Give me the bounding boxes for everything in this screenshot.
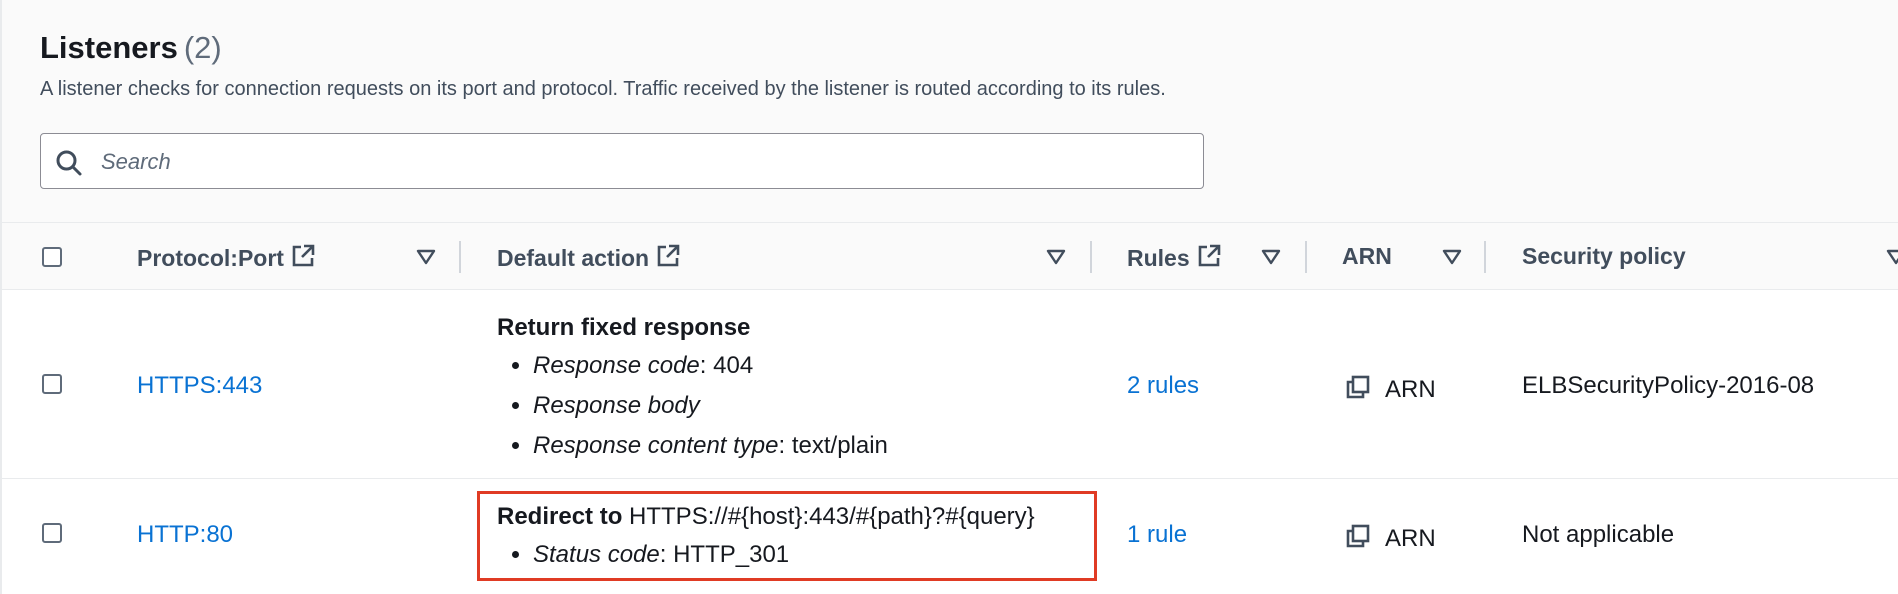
arn-label: ARN — [1385, 525, 1436, 552]
arn-copy-button[interactable]: ARN — [1345, 523, 1436, 553]
list-item: Response content type: text/plain — [533, 426, 888, 466]
section-title-text: Listeners — [40, 30, 178, 65]
sort-down-icon[interactable] — [416, 249, 436, 265]
detail-value: : 404 — [699, 352, 754, 379]
protocol-port-link[interactable]: HTTPS:443 — [137, 372, 262, 400]
highlight-box — [477, 491, 1097, 581]
external-link-icon[interactable] — [655, 243, 681, 269]
col-security-policy[interactable]: Security policy — [1522, 243, 1686, 270]
detail-value: : text/plain — [778, 432, 888, 459]
listener-count: (2) — [183, 30, 222, 65]
action-details: Response code: 404 Response body Respons… — [497, 346, 888, 466]
column-divider[interactable] — [1484, 241, 1486, 273]
list-item: Response code: 404 — [533, 346, 888, 386]
copy-icon — [1346, 375, 1370, 399]
search-input[interactable] — [99, 144, 1183, 180]
column-divider[interactable] — [1305, 241, 1307, 273]
row-checkbox[interactable] — [42, 523, 62, 543]
security-policy-value: ELBSecurityPolicy-2016-08 — [1522, 372, 1815, 399]
list-item: Response body — [533, 386, 888, 426]
copy-icon — [1346, 524, 1370, 548]
select-all-checkbox[interactable] — [42, 247, 62, 267]
detail-key: Response content type — [533, 432, 779, 459]
listeners-header: Listeners (2) A listener checks for conne… — [2, 0, 1898, 222]
col-default-action[interactable]: Default action — [497, 243, 681, 272]
row-checkbox[interactable] — [42, 374, 62, 394]
action-type: Return fixed response — [497, 314, 751, 341]
col-protocol-port[interactable]: Protocol:Port — [137, 243, 316, 272]
protocol-port-link[interactable]: HTTP:80 — [137, 521, 233, 549]
column-divider[interactable] — [459, 241, 461, 273]
listeners-panel: Listeners (2) A listener checks for conne… — [0, 0, 1898, 594]
rules-link[interactable]: 1 rule — [1127, 521, 1187, 549]
column-divider[interactable] — [1090, 241, 1092, 273]
search-box[interactable] — [40, 133, 1204, 189]
sort-down-icon[interactable] — [1442, 249, 1462, 265]
arn-label: ARN — [1385, 376, 1436, 403]
col-rules[interactable]: Rules — [1127, 243, 1222, 272]
col-arn-label: ARN — [1342, 243, 1392, 269]
col-arn[interactable]: ARN — [1342, 243, 1392, 270]
external-link-icon[interactable] — [1196, 243, 1222, 269]
section-title: Listeners (2) — [40, 30, 222, 66]
detail-key: Response code — [533, 352, 700, 379]
rules-link[interactable]: 2 rules — [1127, 372, 1199, 400]
col-security-policy-label: Security policy — [1522, 243, 1686, 269]
external-link-icon[interactable] — [290, 243, 316, 269]
search-icon — [56, 150, 82, 176]
sort-down-icon[interactable] — [1261, 249, 1281, 265]
sort-down-icon[interactable] — [1046, 249, 1066, 265]
sort-down-icon[interactable] — [1886, 249, 1898, 265]
section-description: A listener checks for connection request… — [40, 78, 1166, 100]
default-action-title: Return fixed response — [497, 314, 750, 342]
table-header: Protocol:Port Default action Rules ARN S… — [2, 222, 1898, 290]
col-default-action-label: Default action — [497, 245, 650, 271]
table-row: HTTPS:443 Return fixed response Response… — [2, 290, 1898, 479]
col-rules-label: Rules — [1127, 245, 1190, 271]
detail-key: Response body — [533, 392, 700, 419]
security-policy-value: Not applicable — [1522, 521, 1675, 548]
col-protocol-port-label: Protocol:Port — [137, 245, 284, 271]
arn-copy-button[interactable]: ARN — [1345, 374, 1436, 404]
